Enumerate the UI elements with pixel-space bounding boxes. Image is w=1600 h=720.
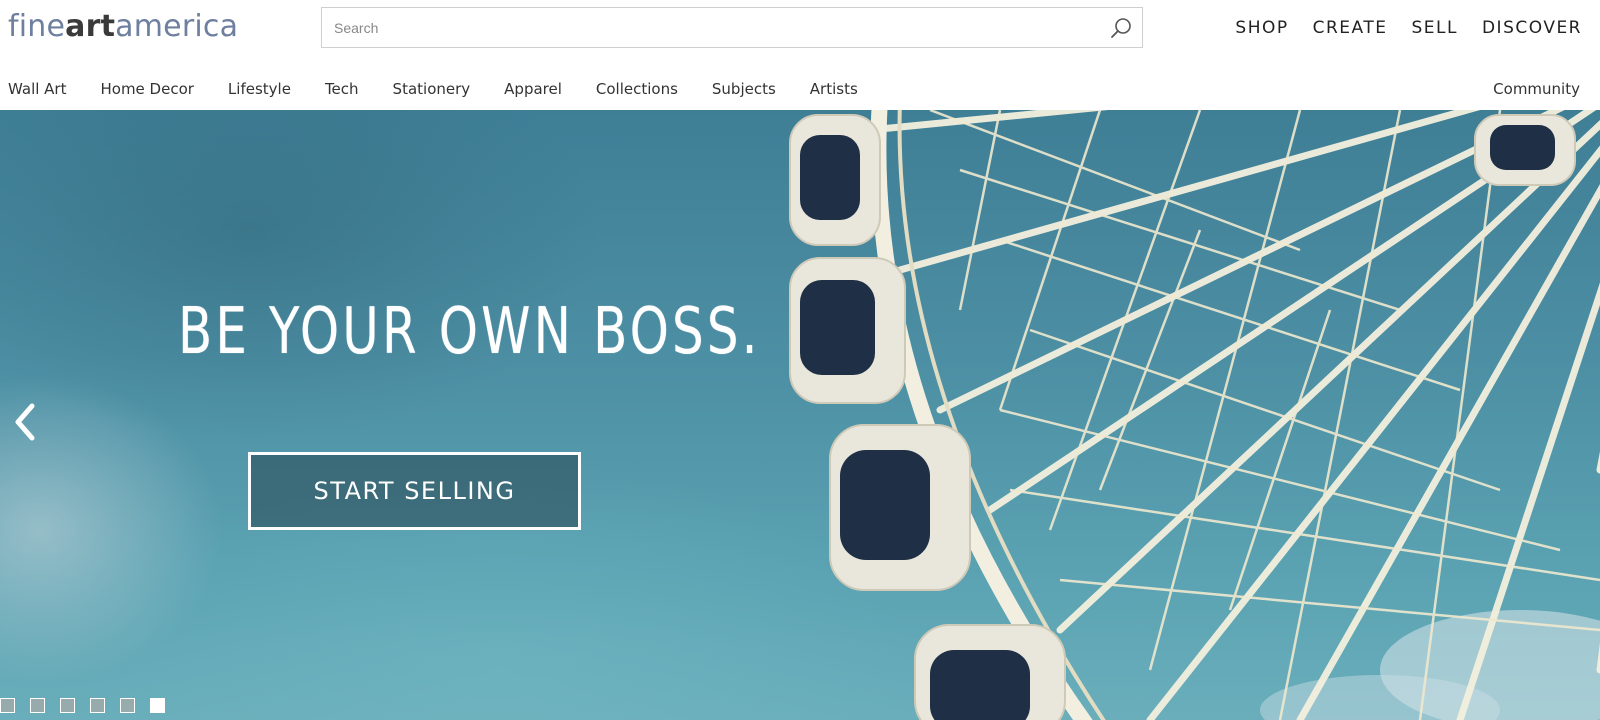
category-wall-art[interactable]: Wall Art [8,78,66,100]
logo-text-america: america [115,9,239,44]
category-tech[interactable]: Tech [325,78,359,100]
nav-create[interactable]: CREATE [1313,17,1388,39]
search-input[interactable] [322,8,1142,47]
carousel-dot[interactable] [0,698,15,713]
carousel-dot[interactable] [120,698,135,713]
carousel-indicators [0,698,165,713]
nav-sell[interactable]: SELL [1411,17,1457,39]
category-lifestyle[interactable]: Lifestyle [228,78,291,100]
category-nav: Wall Art Home Decor Lifestyle Tech Stati… [8,78,892,100]
category-subjects[interactable]: Subjects [712,78,776,100]
ferris-wheel-image [789,110,1600,720]
carousel-dot-active[interactable] [150,698,165,713]
hero-banner: BE YOUR OWN BOSS. START SELLING [0,110,1600,720]
category-apparel[interactable]: Apparel [504,78,562,100]
logo-text-art: art [65,9,116,44]
carousel-dot[interactable] [60,698,75,713]
carousel-dot[interactable] [30,698,45,713]
category-home-decor[interactable]: Home Decor [100,78,193,100]
category-stationery[interactable]: Stationery [393,78,471,100]
community-link[interactable]: Community [1493,78,1580,100]
nav-discover[interactable]: DISCOVER [1482,17,1582,39]
site-header: fineartamerica SHOP CREATE SELL DISCOVER… [0,0,1600,110]
chevron-left-icon[interactable] [10,400,40,444]
site-logo[interactable]: fineartamerica [8,8,238,46]
start-selling-button[interactable]: START SELLING [248,452,581,530]
nav-shop[interactable]: SHOP [1235,17,1288,39]
carousel-dot[interactable] [90,698,105,713]
logo-text-fine: fine [8,9,66,44]
search-icon[interactable] [1110,17,1132,39]
category-artists[interactable]: Artists [810,78,858,100]
search-box [321,7,1143,48]
primary-nav: SHOP CREATE SELL DISCOVER [1235,17,1582,39]
category-collections[interactable]: Collections [596,78,678,100]
hero-headline: BE YOUR OWN BOSS. [178,295,761,369]
